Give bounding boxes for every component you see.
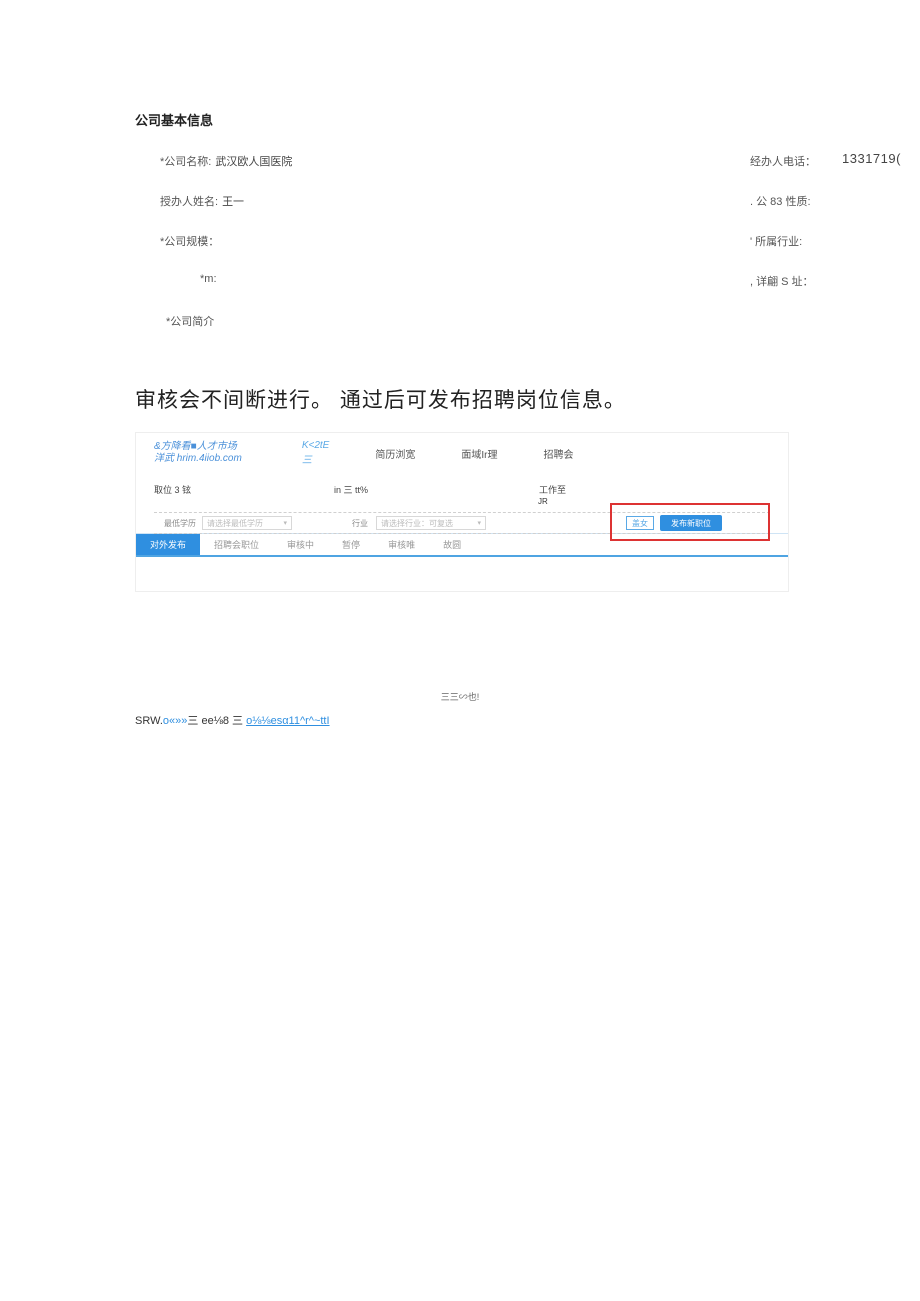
info-row: 授办人姓名: 王一 . 公 83 性质: [160, 193, 920, 209]
footer-center-text: 三三∽也! [0, 690, 920, 703]
filter-header-3-label: 工作至 [539, 485, 566, 495]
info-row: *公司简介 [160, 313, 920, 329]
filter-controls-row: 最低学历 请选择最低学历 ▾ 行业 请选择行业：可复选 ▾ 盖女 发布新职位 [154, 512, 770, 534]
field-label-contact-name: 授办人姓名: [160, 193, 218, 209]
field-value-contact-name: 王一 [222, 193, 244, 209]
field-label-address: , 详翩 S 址： [750, 273, 814, 289]
tab-jobfair-positions[interactable]: 招聘会职位 [200, 534, 273, 555]
ui-filters: 取位 3 铉 in 三 tt% 工作至 JR 最低学历 请选择最低学历 ▾ 行业… [136, 473, 788, 533]
info-row: *公司规模： ' 所属行业: [160, 233, 920, 249]
footer-prefix: SRW. [135, 715, 163, 727]
footer-link2[interactable]: o⅛⅛esα11^r^~ttI [246, 715, 329, 727]
highlight-annotation-box [610, 503, 770, 541]
filter-header-3-sub: JR [538, 497, 548, 506]
field-label-nature: . 公 83 性质: [750, 193, 811, 209]
tab-closed[interactable]: 故圆 [429, 534, 475, 555]
field-value-phone: 1331719( [842, 151, 901, 169]
nav-item-1-label: K<2tE [302, 440, 330, 451]
filter-header-position: 取位 3 铉 [154, 483, 334, 506]
tab-review-only[interactable]: 审核唯 [374, 534, 429, 555]
chevron-down-icon: ▾ [283, 519, 287, 527]
filter-header-2: in 三 tt% [334, 483, 539, 506]
field-label-profile: *公司简介 [166, 313, 214, 329]
footer-mid: 三 ee⅛8 三 [187, 715, 246, 727]
field-label-phone: 经办人电话： [750, 153, 816, 169]
company-basic-info-section: 公司基本信息 *公司名称: 武汉欧人国医院 经办人电话： 1331719( 授办… [135, 110, 920, 353]
nav-item-1[interactable]: K<2tE 三 [302, 440, 330, 466]
filter-label-industry: 行业 [352, 518, 368, 529]
filter-label-education: 最低学历 [164, 518, 196, 529]
brand-block: &方降看■人才市场 洋武 hrim.4iiob.com [154, 441, 242, 465]
chevron-down-icon: ▾ [477, 519, 481, 527]
field-label-scale: *公司规模： [160, 233, 219, 249]
info-grid: *公司名称: 武汉欧人国医院 经办人电话： 1331719( 授办人姓名: 王一… [160, 153, 920, 329]
tab-reviewing[interactable]: 审核中 [273, 534, 328, 555]
section-title: 公司基本信息 [135, 110, 920, 129]
ui-header: &方降看■人才市场 洋武 hrim.4iiob.com K<2tE 三 简历浏宽… [136, 433, 788, 473]
field-value-company-name: 武汉欧人国医院 [215, 153, 292, 169]
nav-item-jobfair[interactable]: 招聘会 [543, 446, 573, 461]
brand-line1: &方降看■人才市场 [154, 441, 242, 453]
field-label-industry: ' 所属行业: [750, 233, 802, 249]
footer-link1[interactable]: o«»» [163, 715, 187, 727]
instruction-text: 审核会不间断进行。 通过后可发布招聘岗位信息。 [135, 384, 626, 414]
industry-select[interactable]: 请选择行业：可复选 ▾ [376, 516, 486, 530]
field-label-company-name: *公司名称: [160, 153, 211, 169]
brand-line2: 洋武 hrim.4iiob.com [154, 453, 242, 465]
nav-item-resume[interactable]: 简历浏宽 [375, 446, 415, 461]
tab-published[interactable]: 对外发布 [136, 534, 200, 555]
nav-item-1-sub: 三 [302, 455, 312, 466]
filter-header-workto: 工作至 JR [539, 483, 566, 506]
info-row: *公司名称: 武汉欧人国医院 经办人电话： 1331719( [160, 153, 920, 169]
embedded-ui-panel: &方降看■人才市场 洋武 hrim.4iiob.com K<2tE 三 简历浏宽… [135, 432, 789, 592]
info-row: *m: , 详翩 S 址： [160, 273, 920, 289]
nav-item-interview[interactable]: 面域Ir理 [461, 446, 497, 461]
education-select-placeholder: 请选择最低学历 [207, 518, 263, 529]
tab-paused[interactable]: 暂停 [328, 534, 374, 555]
field-label-m: *m: [200, 273, 217, 289]
footer-bottom-line: SRW.o«»»三 ee⅛8 三 o⅛⅛esα11^r^~ttI [135, 712, 330, 728]
education-select[interactable]: 请选择最低学历 ▾ [202, 516, 292, 530]
industry-select-placeholder: 请选择行业：可复选 [381, 518, 453, 529]
